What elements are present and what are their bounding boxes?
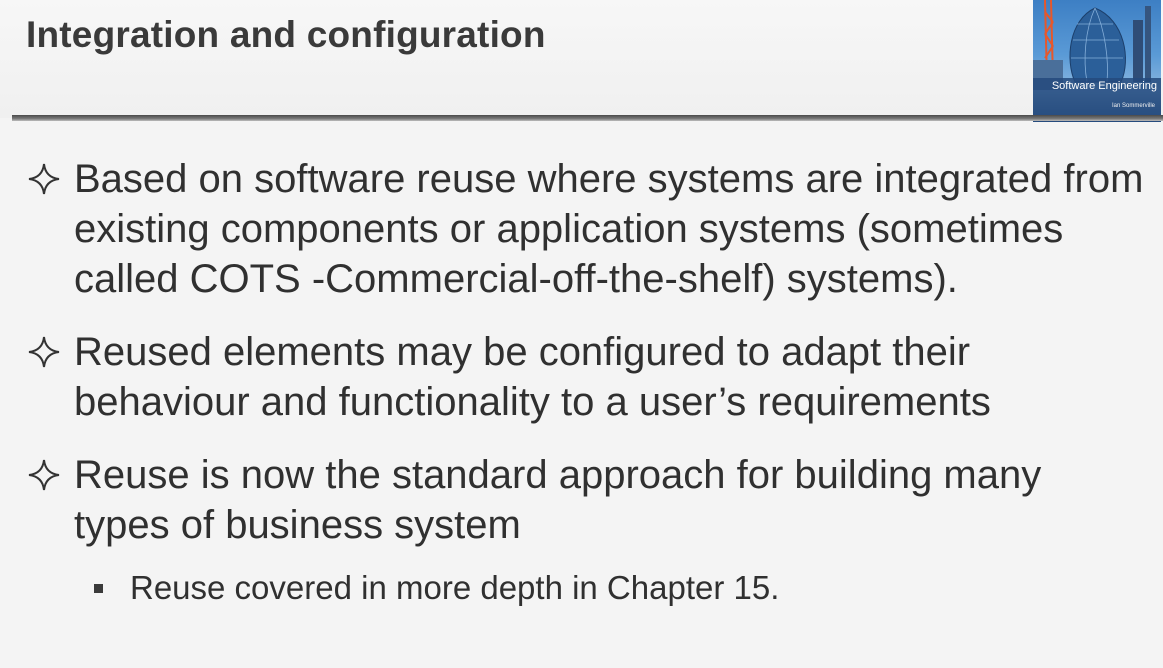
- book-title: Software Engineering: [1051, 80, 1157, 92]
- slide-header: Integration and configuration: [0, 0, 1163, 118]
- bullet-text: Reuse is now the standard approach for b…: [74, 453, 1042, 547]
- bullet-text: Reused elements may be configured to ada…: [74, 330, 991, 424]
- bullet-item: Based on software reuse where systems ar…: [26, 154, 1146, 304]
- sub-bullet-item: Reuse covered in more depth in Chapter 1…: [26, 568, 1146, 608]
- bullet-item: Reuse is now the standard approach for b…: [26, 450, 1146, 550]
- book-cover-image: Software Engineering Ian Sommerville: [1033, 0, 1161, 122]
- bullet-list: Based on software reuse where systems ar…: [26, 154, 1146, 608]
- sub-bullet-text: Reuse covered in more depth in Chapter 1…: [130, 569, 780, 606]
- bullet-item: Reused elements may be configured to ada…: [26, 327, 1146, 427]
- star-bullet-icon: [28, 459, 60, 491]
- book-author: Ian Sommerville: [1111, 103, 1155, 109]
- slide-title: Integration and configuration: [26, 14, 546, 55]
- star-bullet-icon: [28, 163, 60, 195]
- square-bullet-icon: [94, 584, 103, 593]
- star-bullet-icon: [28, 336, 60, 368]
- title-divider: [12, 115, 1163, 121]
- bullet-text: Based on software reuse where systems ar…: [74, 157, 1144, 301]
